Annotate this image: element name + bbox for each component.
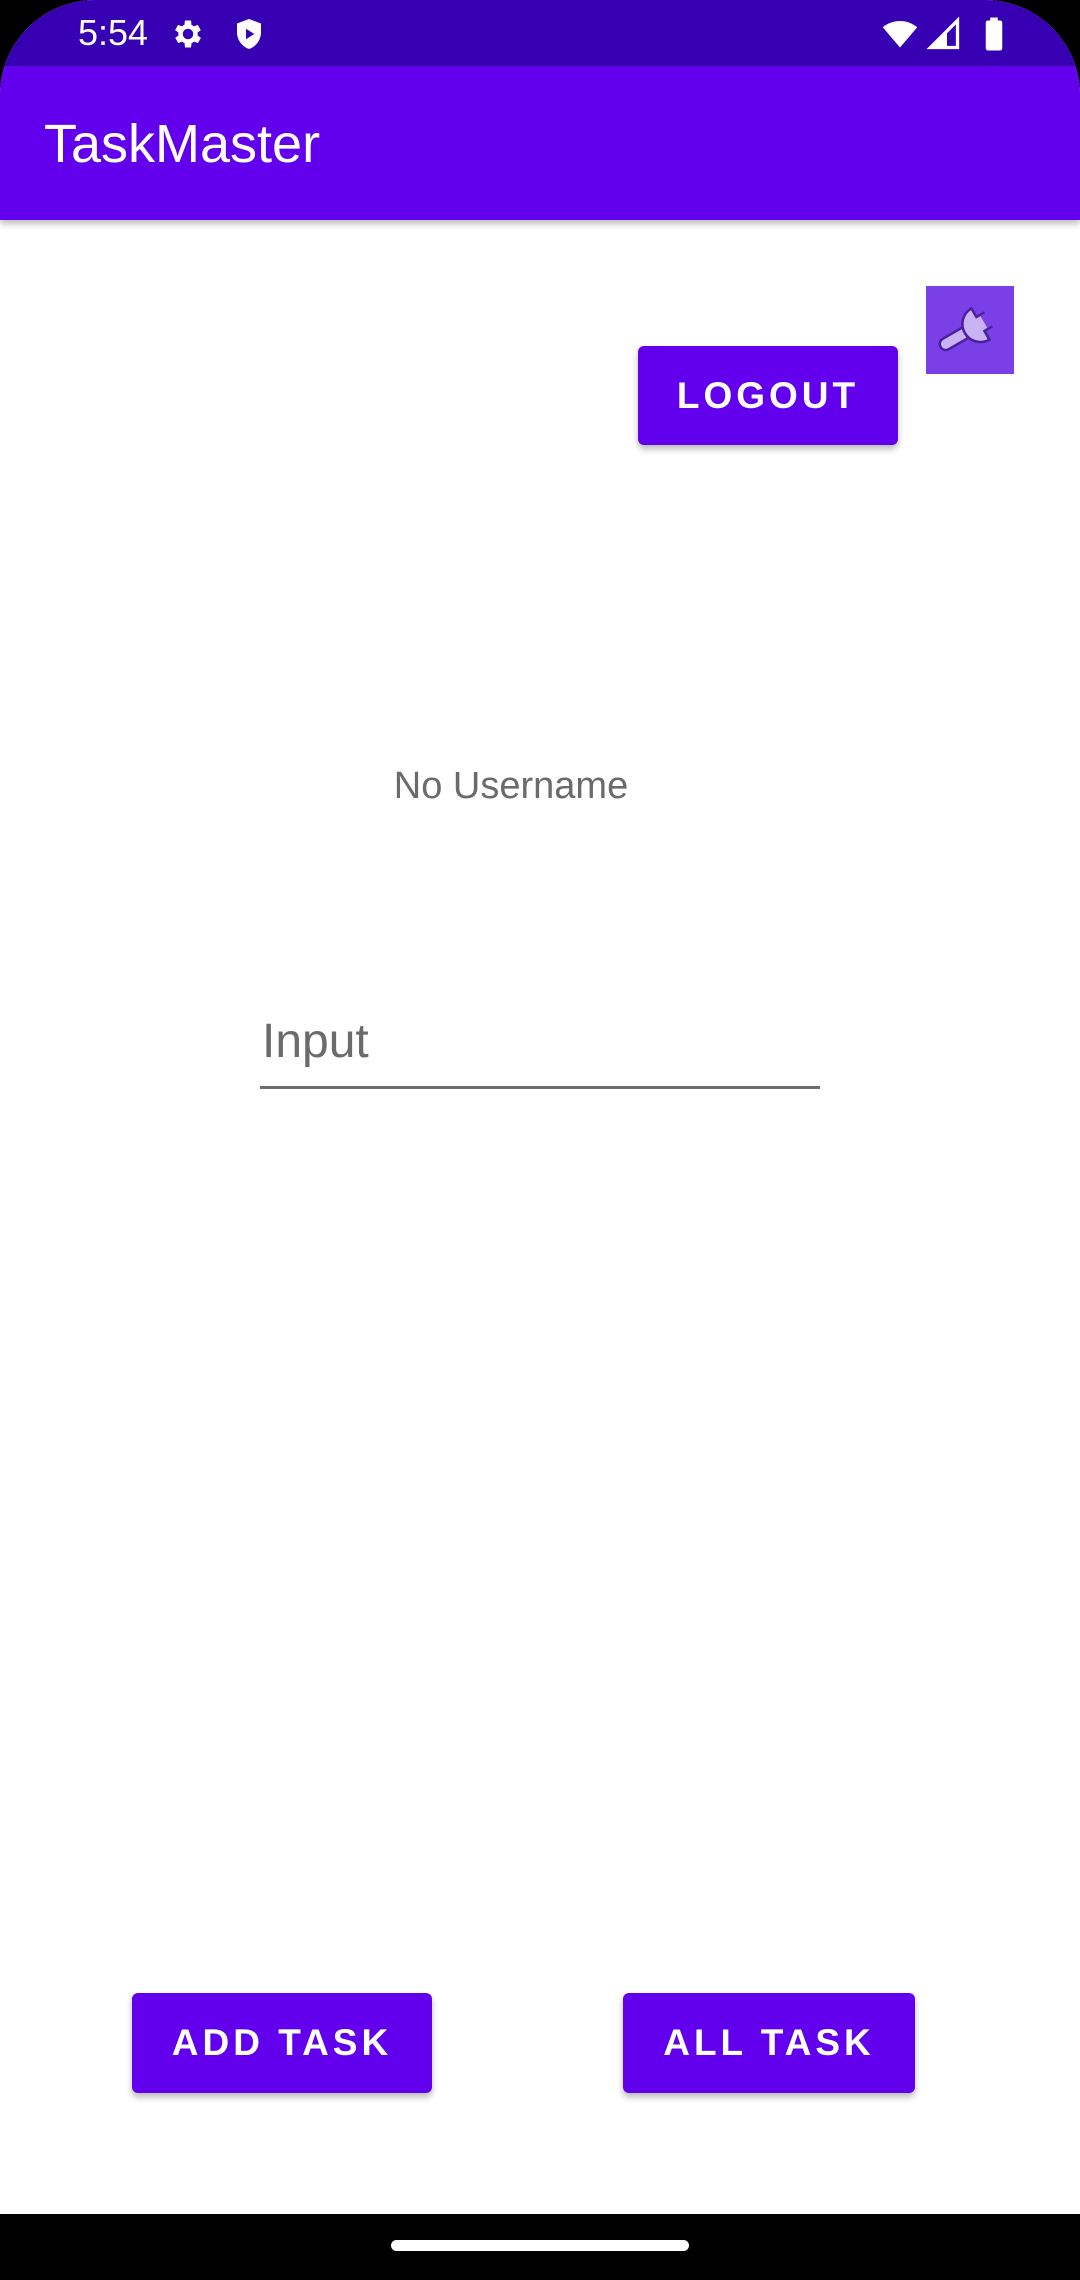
task-input[interactable] [260, 1000, 820, 1082]
signal-icon [926, 16, 960, 50]
app-bar: TaskMaster [0, 66, 1080, 220]
logout-button[interactable]: LOGOUT [638, 346, 898, 445]
status-time: 5:54 [78, 12, 149, 53]
battery-icon [985, 17, 1003, 51]
wrench-icon [938, 306, 1003, 352]
app-title: TaskMaster [44, 114, 321, 174]
screen: 5:54 TaskMaster LOGOUT No Username Input… [0, 0, 1080, 2280]
settings-button[interactable] [926, 286, 1014, 374]
add-task-button[interactable]: ADD TASK [132, 1993, 432, 2093]
home-gesture-handle[interactable] [391, 2240, 689, 2251]
gear-icon [175, 20, 201, 48]
username-label: No Username [393, 765, 629, 807]
all-task-button[interactable]: ALL TASK [623, 1993, 915, 2093]
wifi-icon [882, 20, 918, 48]
task-input-container [260, 1000, 820, 1089]
status-bar: 5:54 [0, 0, 1080, 66]
shield-play-icon [237, 19, 261, 49]
